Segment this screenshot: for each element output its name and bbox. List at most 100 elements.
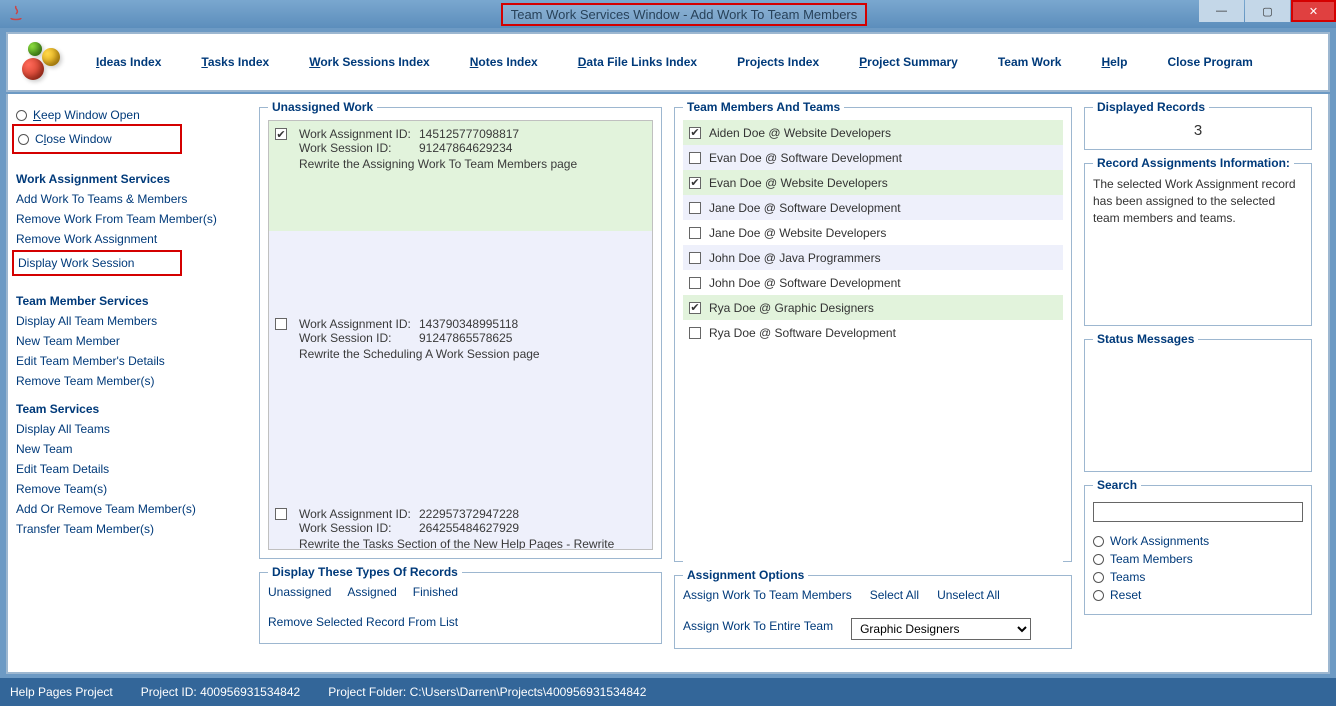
checkbox-icon[interactable] bbox=[689, 177, 701, 189]
menu-help[interactable]: Help bbox=[1101, 55, 1127, 69]
checkbox-icon[interactable] bbox=[275, 508, 287, 520]
value-ws-id: 91247865578625 bbox=[419, 331, 512, 345]
checkbox-icon[interactable] bbox=[689, 252, 701, 264]
menu-close-program[interactable]: Close Program bbox=[1167, 55, 1252, 69]
legend-display-types: Display These Types Of Records bbox=[268, 565, 462, 579]
member-row[interactable]: Rya Doe @ Graphic Designers bbox=[683, 295, 1063, 320]
link-assign-to-members[interactable]: Assign Work To Team Members bbox=[683, 588, 852, 602]
label-ws-id: Work Session ID: bbox=[299, 331, 419, 345]
radio-keep-window-open[interactable]: Keep Window Open bbox=[16, 108, 245, 122]
work-item[interactable]: Work Assignment ID:145125777098817 Work … bbox=[269, 121, 652, 231]
menu-notes-index[interactable]: Notes Index bbox=[470, 55, 538, 69]
value-wa-id: 222957372947228 bbox=[419, 507, 519, 521]
checkbox-icon[interactable] bbox=[689, 127, 701, 139]
filter-finished[interactable]: Finished bbox=[413, 585, 458, 599]
search-input[interactable] bbox=[1093, 502, 1303, 522]
work-item[interactable]: Work Assignment ID:143790348995118 Work … bbox=[269, 311, 652, 421]
checkbox-icon[interactable] bbox=[689, 152, 701, 164]
search-opt-teams[interactable]: Teams bbox=[1093, 570, 1303, 584]
menu-tasks-index[interactable]: Tasks Index bbox=[201, 55, 269, 69]
value-ws-id: 91247864629234 bbox=[419, 141, 512, 155]
legend-team-members: Team Members And Teams bbox=[683, 100, 844, 114]
value-wa-id: 145125777098817 bbox=[419, 127, 519, 141]
link-display-work-session[interactable]: Display Work Session bbox=[18, 256, 176, 270]
status-project-id: Project ID: 400956931534842 bbox=[141, 685, 300, 699]
team-select[interactable]: Graphic Designers bbox=[851, 618, 1031, 640]
checkbox-icon[interactable] bbox=[689, 327, 701, 339]
link-remove-team-members[interactable]: Remove Team Member(s) bbox=[16, 374, 245, 388]
legend-status-messages: Status Messages bbox=[1093, 332, 1198, 346]
fieldset-search: Search Work Assignments Team Members Tea… bbox=[1084, 478, 1312, 615]
link-remove-selected-record[interactable]: Remove Selected Record From List bbox=[268, 615, 653, 629]
filter-unassigned[interactable]: Unassigned bbox=[268, 585, 331, 599]
close-window-button[interactable]: ✕ bbox=[1291, 0, 1336, 22]
member-row[interactable]: John Doe @ Java Programmers bbox=[683, 245, 1063, 270]
window-title: Team Work Services Window - Add Work To … bbox=[501, 3, 868, 26]
link-display-all-members[interactable]: Display All Team Members bbox=[16, 314, 245, 328]
checkbox-icon[interactable] bbox=[275, 318, 287, 330]
link-edit-member-details[interactable]: Edit Team Member's Details bbox=[16, 354, 245, 368]
menu-data-file-links-index[interactable]: Data File Links Index bbox=[578, 55, 697, 69]
checkbox-icon[interactable] bbox=[689, 227, 701, 239]
checkbox-icon[interactable] bbox=[689, 302, 701, 314]
checkbox-icon[interactable] bbox=[689, 277, 701, 289]
menu-work-sessions-index[interactable]: Work Sessions Index bbox=[309, 55, 430, 69]
statusbar: Help Pages Project Project ID: 400956931… bbox=[0, 678, 1336, 706]
member-label: Evan Doe @ Software Development bbox=[709, 151, 902, 165]
legend-assignment-options: Assignment Options bbox=[683, 568, 808, 582]
member-label: Jane Doe @ Website Developers bbox=[709, 226, 886, 240]
link-add-work-to-teams[interactable]: Add Work To Teams & Members bbox=[16, 192, 245, 206]
menu-team-work[interactable]: Team Work bbox=[998, 55, 1062, 69]
link-unselect-all[interactable]: Unselect All bbox=[937, 588, 1000, 602]
java-app-icon bbox=[6, 4, 26, 24]
member-row[interactable]: John Doe @ Software Development bbox=[683, 270, 1063, 295]
unassigned-work-list[interactable]: Work Assignment ID:145125777098817 Work … bbox=[268, 120, 653, 550]
maximize-button[interactable]: ▢ bbox=[1245, 0, 1290, 22]
section-team-member-services: Team Member Services bbox=[16, 294, 245, 308]
work-item[interactable]: Work Assignment ID:222957372947228 Work … bbox=[269, 501, 652, 550]
filter-assigned[interactable]: Assigned bbox=[347, 585, 396, 599]
legend-unassigned-work: Unassigned Work bbox=[268, 100, 377, 114]
displayed-count: 3 bbox=[1093, 120, 1303, 141]
checkbox-icon[interactable] bbox=[275, 128, 287, 140]
fieldset-record-info: Record Assignments Information: The sele… bbox=[1084, 156, 1312, 326]
link-select-all[interactable]: Select All bbox=[870, 588, 919, 602]
value-wa-id: 143790348995118 bbox=[419, 317, 518, 331]
search-opt-reset[interactable]: Reset bbox=[1093, 588, 1303, 602]
work-description: Rewrite the Assigning Work To Team Membe… bbox=[299, 157, 619, 171]
fieldset-display-types: Display These Types Of Records Unassigne… bbox=[259, 565, 662, 644]
link-new-team-member[interactable]: New Team Member bbox=[16, 334, 245, 348]
link-remove-work-assignment[interactable]: Remove Work Assignment bbox=[16, 232, 245, 246]
member-row[interactable]: Evan Doe @ Website Developers bbox=[683, 170, 1063, 195]
link-new-team[interactable]: New Team bbox=[16, 442, 245, 456]
menu-projects-index[interactable]: Projects Index bbox=[737, 55, 819, 69]
search-opt-work-assignments[interactable]: Work Assignments bbox=[1093, 534, 1303, 548]
member-row[interactable]: Aiden Doe @ Website Developers bbox=[683, 120, 1063, 145]
fieldset-unassigned-work: Unassigned Work Work Assignment ID:14512… bbox=[259, 100, 662, 559]
link-assign-to-team[interactable]: Assign Work To Entire Team bbox=[683, 619, 833, 633]
member-row[interactable]: Jane Doe @ Software Development bbox=[683, 195, 1063, 220]
menu-ideas-index[interactable]: Ideas Index bbox=[96, 55, 161, 69]
fieldset-displayed-records: Displayed Records 3 bbox=[1084, 100, 1312, 150]
radio-close-window[interactable]: Close Window bbox=[18, 132, 176, 146]
member-label: John Doe @ Software Development bbox=[709, 276, 901, 290]
minimize-button[interactable]: — bbox=[1199, 0, 1244, 22]
member-row[interactable]: Jane Doe @ Website Developers bbox=[683, 220, 1063, 245]
link-remove-teams[interactable]: Remove Team(s) bbox=[16, 482, 245, 496]
member-row[interactable]: Rya Doe @ Software Development bbox=[683, 320, 1063, 345]
label-wa-id: Work Assignment ID: bbox=[299, 127, 419, 141]
search-opt-team-members[interactable]: Team Members bbox=[1093, 552, 1303, 566]
menu-project-summary[interactable]: Project Summary bbox=[859, 55, 958, 69]
radio-icon bbox=[1093, 554, 1104, 565]
link-add-remove-team-members[interactable]: Add Or Remove Team Member(s) bbox=[16, 502, 245, 516]
link-remove-work-from-members[interactable]: Remove Work From Team Member(s) bbox=[16, 212, 245, 226]
link-display-all-teams[interactable]: Display All Teams bbox=[16, 422, 245, 436]
status-project-name: Help Pages Project bbox=[10, 685, 113, 699]
member-row[interactable]: Evan Doe @ Software Development bbox=[683, 145, 1063, 170]
sidebar: Keep Window Open Close Window Work Assig… bbox=[8, 94, 253, 672]
app-logo-icon bbox=[16, 42, 66, 82]
link-transfer-team-members[interactable]: Transfer Team Member(s) bbox=[16, 522, 245, 536]
link-edit-team-details[interactable]: Edit Team Details bbox=[16, 462, 245, 476]
checkbox-icon[interactable] bbox=[689, 202, 701, 214]
member-label: Evan Doe @ Website Developers bbox=[709, 176, 888, 190]
